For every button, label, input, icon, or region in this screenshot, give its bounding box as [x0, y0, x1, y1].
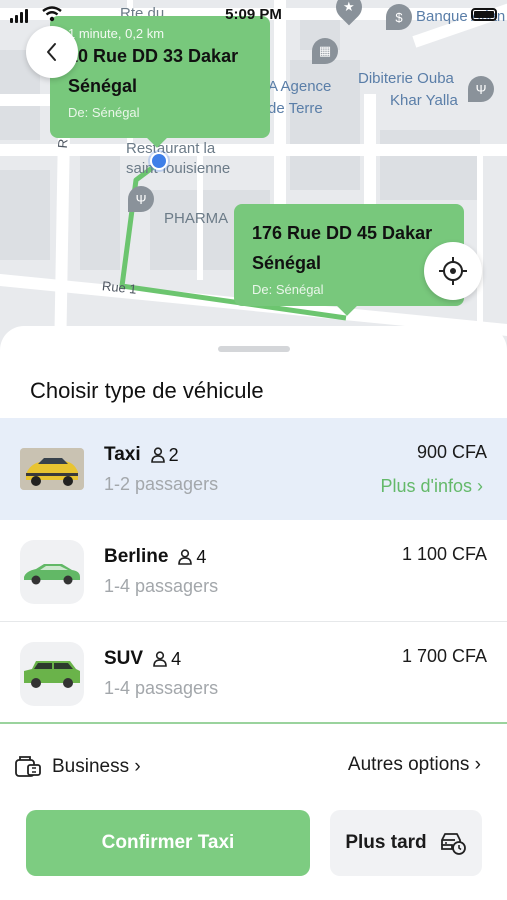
dropoff-address-line1: 176 Rue DD 45 Dakar	[252, 223, 433, 243]
car-clock-icon	[440, 833, 466, 855]
seat-count: 2	[150, 444, 179, 466]
suv-image	[20, 642, 84, 706]
map-view[interactable]: Rte du Banque Atlan A Agence de Terre Di…	[0, 0, 507, 360]
recenter-location-button[interactable]	[424, 242, 482, 300]
user-location-dot	[148, 150, 170, 172]
seat-count-value: 4	[171, 648, 182, 669]
back-button[interactable]	[26, 26, 78, 78]
map-label-dibiterie-2: Khar Yalla	[390, 92, 458, 109]
vehicle-name: Berline 4	[104, 546, 206, 568]
vehicle-name-label: Taxi	[104, 444, 141, 465]
seat-count-value: 4	[196, 546, 207, 567]
passenger-range: 1-2 passagers	[104, 474, 219, 494]
business-wallet-icon	[15, 756, 41, 777]
map-label-dibiterie: Dibiterie Ouba	[358, 70, 454, 87]
chevron-left-icon	[47, 43, 56, 61]
restaurant-marker-icon[interactable]: Ψ	[128, 186, 154, 212]
section-divider	[0, 722, 507, 724]
sheet-title: Choisir type de véhicule	[30, 378, 264, 403]
taxi-image	[20, 448, 84, 490]
map-label-restaurant-2: saint-louisienne	[126, 160, 231, 177]
seat-count: 4	[153, 649, 181, 670]
dropoff-origin: De: Sénégal	[252, 282, 324, 297]
business-profile-selector[interactable]: Business ›	[14, 754, 141, 780]
fork-knife-icon: Ψ	[475, 81, 487, 97]
pickup-address-line1: 10 Rue DD 33 Dakar	[68, 46, 239, 66]
other-options-link[interactable]: Autres options ›	[348, 754, 481, 776]
map-label-restaurant: Restaurant la	[126, 140, 216, 157]
vehicle-option-suv[interactable]: SUV 4 1-4 passagers 1 700 CFA	[0, 622, 507, 724]
pickup-address-line2: Sénégal	[68, 76, 138, 96]
agency-marker-icon[interactable]: ▦	[312, 38, 338, 64]
vehicle-option-berline[interactable]: Berline 4 1-4 passagers 1 100 CFA	[0, 520, 507, 622]
pickup-origin: De: Sénégal	[68, 105, 140, 120]
fork-knife-icon: Ψ	[135, 191, 147, 207]
schedule-later-button[interactable]: Plus tard	[330, 810, 482, 876]
vehicle-price: 1 700 CFA	[401, 646, 487, 666]
pickup-callout[interactable]: 1 minute, 0,2 km 10 Rue DD 33 Dakar Séné…	[50, 16, 270, 138]
person-icon	[153, 651, 167, 667]
passenger-range: 1-4 passagers	[104, 576, 219, 596]
status-bar: 5:09 PM	[0, 0, 507, 28]
battery-icon	[471, 8, 497, 21]
vehicle-option-taxi[interactable]: Taxi 2 1-2 passagers 900 CFA Plus d'info…	[0, 418, 507, 520]
map-label-road: R	[54, 138, 71, 149]
business-label: Business ›	[52, 756, 141, 777]
passenger-range: 1-4 passagers	[104, 678, 219, 698]
person-icon	[178, 549, 193, 565]
vehicle-selection-sheet: Choisir type de véhicule Taxi 2 1-2 pass…	[0, 326, 507, 900]
schedule-later-label: Plus tard	[345, 832, 427, 853]
seat-count-value: 2	[168, 444, 179, 465]
vehicle-name: SUV 4	[104, 648, 181, 670]
building-icon: ▦	[318, 43, 332, 58]
person-icon	[150, 447, 165, 463]
vehicle-name-label: SUV	[104, 648, 144, 669]
seat-count: 4	[178, 547, 206, 568]
berline-image	[20, 540, 84, 604]
map-label-pharma: PHARMA	[164, 210, 229, 227]
map-label-agency: A Agence	[268, 78, 332, 95]
crosshair-icon	[439, 257, 467, 285]
vehicle-name-label: Berline	[104, 546, 169, 567]
vehicle-price: 900 CFA	[416, 442, 487, 462]
status-time: 5:09 PM	[225, 6, 282, 23]
sheet-drag-handle[interactable]	[218, 346, 290, 352]
more-info-link[interactable]: Plus d'infos ›	[381, 476, 483, 497]
dropoff-address-line2: Sénégal	[252, 253, 322, 273]
confirm-ride-button[interactable]: Confirmer Taxi	[26, 810, 310, 876]
dibiterie-marker-icon[interactable]: Ψ	[468, 76, 494, 102]
pickup-eta: 1 minute, 0,2 km	[68, 26, 165, 41]
vehicle-name: Taxi 2	[104, 444, 179, 466]
vehicle-price: 1 100 CFA	[401, 544, 487, 564]
map-label-agency-2: de Terre	[268, 100, 323, 117]
